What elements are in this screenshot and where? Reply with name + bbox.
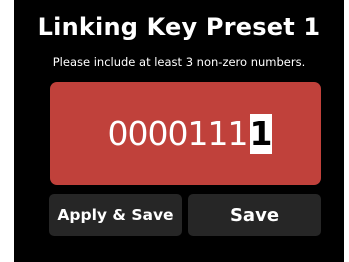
key-digits: 0 0 0 0 1 1 1 1 [108, 113, 272, 154]
page-title: Linking Key Preset 1 [37, 13, 321, 41]
instruction-text: Please include at least 3 non-zero numbe… [52, 55, 306, 69]
linking-key-field[interactable]: 0 0 0 0 1 1 1 1 [50, 82, 321, 185]
device-screen: Linking Key Preset 1 Please include at l… [14, 0, 344, 262]
key-digit-5[interactable]: 1 [188, 114, 209, 154]
save-button[interactable]: Save [188, 194, 321, 236]
key-digit-3[interactable]: 0 [148, 114, 169, 154]
key-digit-6[interactable]: 1 [208, 114, 229, 154]
key-digit-7[interactable]: 1 [228, 114, 249, 154]
key-digit-4[interactable]: 0 [168, 114, 189, 154]
key-digit-8[interactable]: 1 [249, 113, 272, 154]
key-digit-1[interactable]: 0 [108, 114, 129, 154]
apply-and-save-button[interactable]: Apply & Save [49, 194, 182, 236]
key-digit-2[interactable]: 0 [128, 114, 149, 154]
